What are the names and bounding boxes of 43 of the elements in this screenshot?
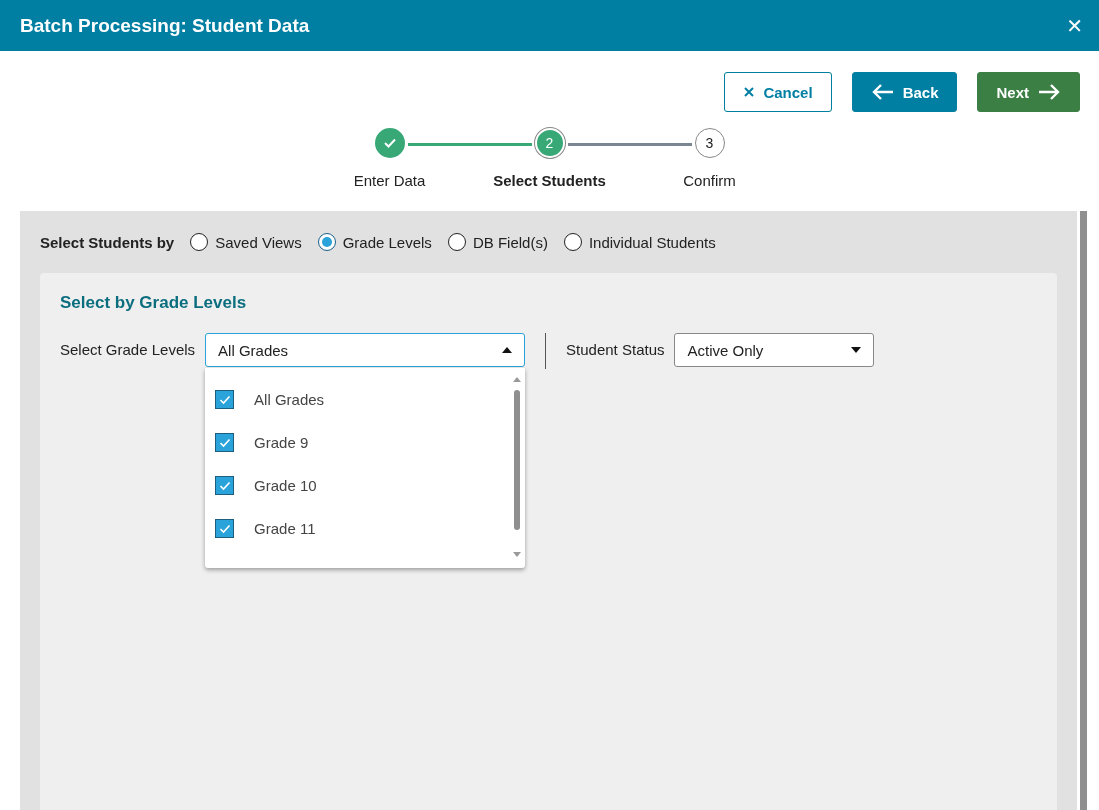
step-label: Enter Data (353, 172, 426, 189)
radio-option[interactable]: Saved Views (190, 233, 302, 251)
menu-item[interactable]: Grade 11 (205, 507, 496, 550)
window-title: Batch Processing: Student Data (20, 14, 310, 37)
back-button[interactable]: Back (851, 72, 958, 112)
caret-up-icon (502, 347, 513, 353)
menu-item[interactable]: All Grades (205, 378, 496, 421)
arrow-left-icon (870, 83, 895, 101)
checkbox[interactable] (215, 390, 235, 409)
field-label: Select Grade Levels (60, 340, 196, 360)
step-number: 2 (534, 128, 565, 158)
radio-option[interactable]: DB Field(s) (447, 233, 548, 251)
checkbox[interactable] (215, 519, 235, 538)
radio-button[interactable] (447, 233, 466, 251)
grade-select[interactable]: All Grades (205, 333, 526, 367)
next-button[interactable]: Next (977, 72, 1080, 112)
close-icon (743, 86, 756, 98)
field-label: Student Status (566, 340, 665, 360)
menu-item[interactable]: Grade 10 (205, 464, 496, 507)
radio-group-label: Select Students by (40, 233, 175, 251)
scrollbar[interactable] (1080, 211, 1087, 810)
caret-down-icon (851, 347, 862, 353)
cancel-button[interactable]: Cancel (724, 72, 832, 112)
check-icon (218, 523, 231, 534)
radio-option[interactable]: Grade Levels (317, 233, 432, 251)
step-number: 3 (694, 128, 725, 158)
section-title: Select by Grade Levels (60, 293, 248, 313)
status-select[interactable]: Active Only (674, 333, 875, 367)
radio-button[interactable] (317, 233, 336, 251)
arrow-right-icon (1037, 83, 1061, 101)
step-label: Select Students (493, 172, 606, 189)
menu-item[interactable]: Grade 9 (205, 421, 496, 464)
radio-button[interactable] (563, 233, 582, 251)
check-icon (382, 137, 397, 149)
check-icon (218, 480, 231, 491)
check-icon (218, 394, 231, 405)
close-button[interactable]: ✕ (1062, 13, 1087, 38)
check-icon (218, 437, 231, 448)
radio-button[interactable] (190, 233, 209, 251)
checkbox[interactable] (215, 476, 235, 495)
radio-option[interactable]: Individual Students (563, 233, 716, 251)
checkbox[interactable] (215, 433, 235, 452)
step-label: Confirm (683, 172, 736, 189)
